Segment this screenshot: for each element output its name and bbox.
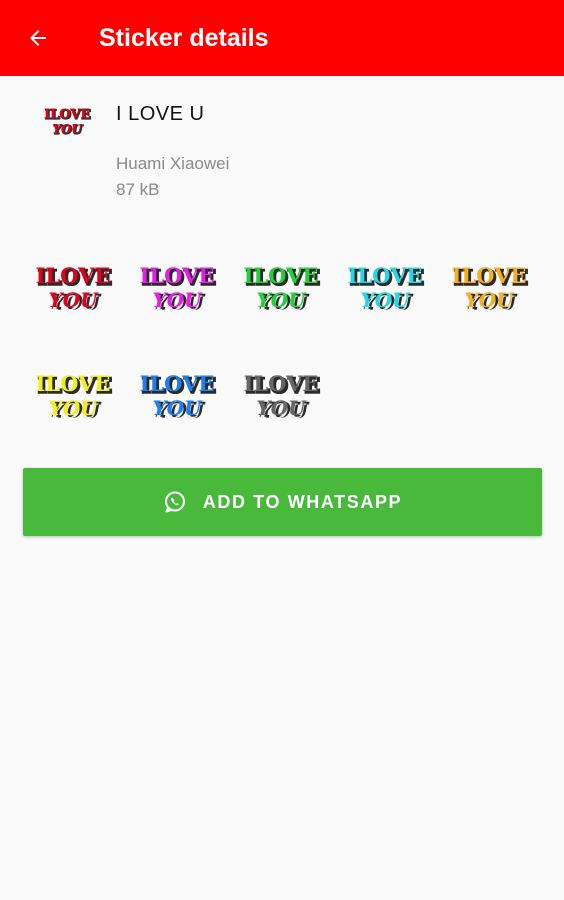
sticker-text-line2: YOU: [48, 288, 99, 312]
page-title: Sticker details: [99, 24, 269, 52]
sticker-text-line1: ILOVE: [244, 263, 319, 288]
pack-name: I LOVE U: [116, 103, 205, 125]
add-to-whatsapp-button[interactable]: ADD TO WHATSAPP: [23, 468, 542, 536]
sticker-text-line2: YOU: [48, 396, 99, 420]
sticker-text-line1: ILOVE: [244, 371, 319, 396]
back-button[interactable]: [20, 20, 56, 56]
app-bar: Sticker details: [0, 0, 564, 76]
tray-text-line1: ILOVE: [44, 107, 90, 122]
sticker-yellow[interactable]: ILOVEYOUYOUILOVEYOU: [31, 358, 115, 420]
sticker-text-line1: ILOVE: [348, 263, 423, 288]
whatsapp-icon: [164, 491, 185, 513]
sticker-text-line2: YOU: [256, 288, 307, 312]
sticker-text-line1: ILOVE: [452, 263, 527, 288]
sticker-text-line2: YOU: [360, 288, 411, 312]
sticker-text-line1: ILOVE: [140, 263, 215, 288]
sticker-cyan[interactable]: ILOVEYOUYOUILOVEYOU: [343, 250, 427, 312]
sticker-blue[interactable]: ILOVEYOUYOUILOVEYOU: [135, 358, 219, 420]
sticker-text-line2: YOU: [464, 288, 515, 312]
pack-author: Huami Xiaowei: [116, 154, 230, 173]
pack-size: 87 kB: [116, 180, 160, 199]
sticker-text-line2: YOU: [152, 288, 203, 312]
tray-text-line2: YOU: [52, 122, 83, 136]
sticker-green[interactable]: ILOVEYOUYOUILOVEYOU: [239, 250, 323, 312]
add-to-whatsapp-label: ADD TO WHATSAPP: [202, 491, 403, 512]
tray-icon: ILOVE ILOVE YOU YOU: [44, 107, 92, 138]
sticker-text-line2: YOU: [256, 396, 307, 420]
sticker-text-line1: ILOVE: [36, 371, 111, 396]
sticker-gray[interactable]: ILOVEYOUYOUILOVEYOU: [239, 358, 323, 420]
sticker-text-line1: ILOVE: [140, 371, 215, 396]
sticker-text-line1: ILOVE: [36, 263, 111, 288]
arrow-left-icon: [30, 30, 46, 46]
sticker-orange[interactable]: ILOVEYOUYOUILOVEYOU: [447, 250, 531, 312]
sticker-red[interactable]: ILOVEYOUYOUILOVEYOU: [31, 250, 115, 312]
sticker-magenta[interactable]: ILOVEYOUYOUILOVEYOU: [135, 250, 219, 312]
sticker-text-line2: YOU: [152, 396, 203, 420]
